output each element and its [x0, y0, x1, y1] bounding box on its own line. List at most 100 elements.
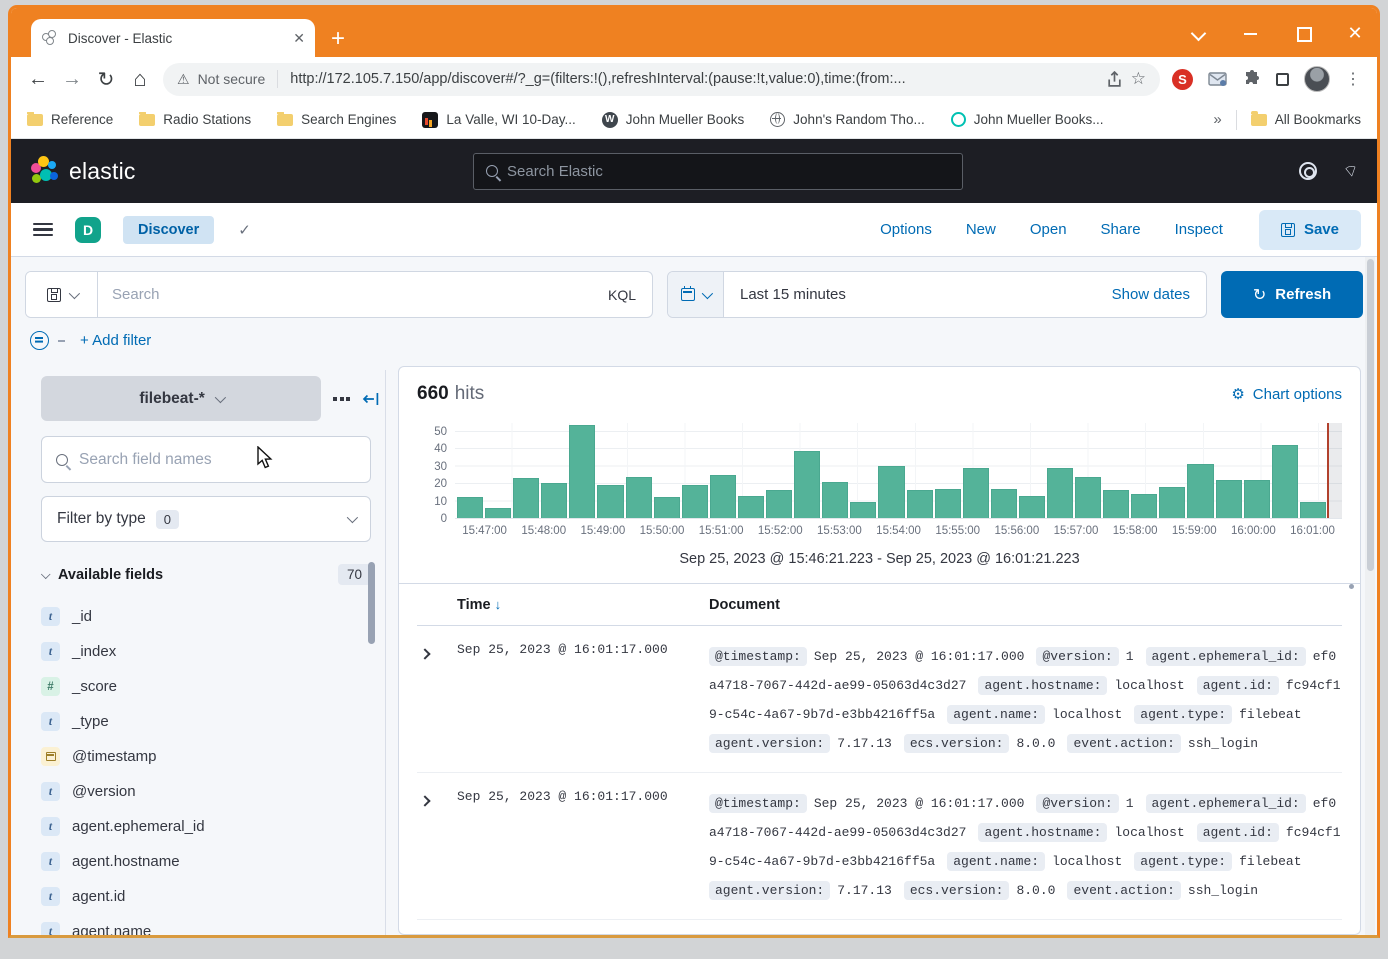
show-dates-button[interactable]: Show dates	[1112, 286, 1206, 303]
saved-query-menu-button[interactable]	[26, 272, 98, 317]
field-item[interactable]: t_id	[41, 599, 379, 634]
profile-avatar[interactable]	[1304, 66, 1330, 92]
histogram-bar[interactable]	[822, 482, 848, 518]
sidebar-scrollbar[interactable]	[368, 562, 375, 644]
extension-mail-icon[interactable]	[1208, 71, 1228, 87]
url-bar[interactable]: ⚠ Not secure http://172.105.7.150/app/di…	[163, 63, 1160, 96]
share-icon[interactable]	[1106, 71, 1123, 88]
new-tab-button[interactable]: +	[331, 27, 345, 51]
bookmark-item[interactable]: Reference	[27, 112, 113, 127]
date-quick-menu-button[interactable]	[668, 272, 724, 317]
time-range-value[interactable]: Last 15 minutes	[724, 286, 846, 303]
window-close-button[interactable]: ✕	[1347, 25, 1363, 41]
histogram-bar[interactable]	[682, 485, 708, 518]
histogram-bar[interactable]	[738, 496, 764, 518]
field-item[interactable]: tagent.hostname	[41, 844, 379, 879]
page-scrollbar[interactable]	[1365, 257, 1375, 935]
extensions-puzzle-icon[interactable]	[1243, 70, 1261, 88]
field-search-input[interactable]	[79, 451, 356, 469]
field-item[interactable]: #_score	[41, 669, 379, 704]
global-search-input[interactable]	[507, 163, 950, 180]
index-pattern-selector[interactable]: filebeat-*	[41, 376, 321, 421]
histogram-bar[interactable]	[569, 425, 595, 518]
field-settings-icon[interactable]	[333, 397, 350, 401]
forward-button[interactable]: →	[55, 68, 89, 91]
global-search[interactable]	[473, 153, 963, 190]
not-secure-label[interactable]: Not secure	[198, 71, 266, 87]
add-filter-button[interactable]: + Add filter	[80, 332, 151, 349]
histogram-bar[interactable]	[710, 475, 736, 518]
histogram-bar[interactable]	[963, 468, 989, 518]
window-minimize-button[interactable]	[1243, 25, 1259, 41]
histogram-bar[interactable]	[991, 489, 1017, 518]
table-row[interactable]: Sep 25, 2023 @ 16:01:17.000@timestamp:Se…	[417, 773, 1342, 920]
histogram-bar[interactable]	[1272, 445, 1298, 518]
bookmark-item[interactable]: Radio Stations	[139, 112, 251, 127]
field-item[interactable]: tagent.id	[41, 879, 379, 914]
histogram-bar[interactable]	[1075, 477, 1101, 518]
bookmark-item[interactable]: WJohn Mueller Books	[602, 112, 745, 128]
back-button[interactable]: ←	[21, 68, 55, 91]
histogram-bar[interactable]	[1300, 502, 1326, 518]
menu-hamburger-icon[interactable]	[33, 223, 53, 237]
table-row[interactable]: Sep 25, 2023 @ 16:01:17.000@timestamp:Se…	[417, 626, 1342, 773]
help-icon[interactable]	[1299, 162, 1317, 180]
browser-tab[interactable]: Discover - Elastic ✕	[31, 19, 315, 57]
available-fields-header[interactable]: Available fields 70	[41, 564, 371, 585]
histogram-bar[interactable]	[1216, 480, 1242, 518]
query-search-input[interactable]	[98, 286, 592, 303]
histogram-bar[interactable]	[794, 451, 820, 518]
histogram-bar[interactable]	[1187, 464, 1213, 518]
breadcrumb-check-icon[interactable]: ✓	[238, 221, 251, 239]
window-maximize-button[interactable]	[1295, 25, 1311, 41]
extension-s-icon[interactable]: S	[1172, 69, 1193, 90]
chart-options-button[interactable]: ⚙ Chart options	[1231, 385, 1342, 403]
toolbar-link-options[interactable]: Options	[880, 221, 932, 238]
all-bookmarks-button[interactable]: All Bookmarks	[1251, 112, 1361, 127]
toolbar-link-open[interactable]: Open	[1030, 221, 1067, 238]
histogram-bar[interactable]	[1047, 468, 1073, 518]
toolbar-link-share[interactable]: Share	[1101, 221, 1141, 238]
sort-descending-icon[interactable]: ↓	[495, 597, 502, 612]
histogram-bar[interactable]	[850, 502, 876, 518]
histogram-bar[interactable]	[935, 489, 961, 518]
field-item[interactable]: t_type	[41, 704, 379, 739]
field-item[interactable]: tagent.ephemeral_id	[41, 809, 379, 844]
histogram-bar[interactable]	[1244, 480, 1270, 518]
histogram-bar[interactable]	[597, 485, 623, 518]
bookmark-star-icon[interactable]: ☆	[1131, 69, 1146, 89]
bookmark-item[interactable]: John Mueller Books...	[951, 112, 1104, 127]
window-menu-chevron-icon[interactable]	[1191, 25, 1207, 41]
elastic-logo-icon[interactable]	[29, 156, 59, 186]
toolbar-link-new[interactable]: New	[966, 221, 996, 238]
field-item[interactable]: @timestamp	[41, 739, 379, 774]
histogram-bar[interactable]	[1103, 490, 1129, 518]
save-button[interactable]: Save	[1259, 210, 1361, 250]
bookmark-item[interactable]: La Valle, WI 10-Day...	[422, 112, 575, 128]
histogram-bar[interactable]	[654, 497, 680, 518]
histogram-bar[interactable]	[541, 483, 567, 518]
side-panel-icon[interactable]	[1276, 73, 1289, 86]
histogram-bar[interactable]	[878, 466, 904, 518]
filter-by-type[interactable]: Filter by type 0	[41, 496, 371, 542]
histogram-bar[interactable]	[1131, 494, 1157, 518]
reload-button[interactable]: ↻	[89, 67, 123, 92]
refresh-button[interactable]: ↻ Refresh	[1221, 271, 1363, 318]
bookmarks-overflow-chevron[interactable]: »	[1213, 111, 1221, 128]
histogram-bar[interactable]	[457, 497, 483, 518]
time-column-header[interactable]: Time↓	[457, 597, 709, 613]
bookmark-item[interactable]: Search Engines	[277, 112, 396, 127]
bookmark-item[interactable]: John's Random Tho...	[770, 112, 924, 127]
field-search[interactable]	[41, 436, 371, 483]
browser-menu-icon[interactable]: ⋮	[1345, 69, 1361, 89]
histogram-bar[interactable]	[485, 508, 511, 518]
space-avatar[interactable]: D	[75, 217, 101, 243]
histogram-bar[interactable]	[513, 478, 539, 518]
histogram-bar[interactable]	[1019, 496, 1045, 518]
field-item[interactable]: t_index	[41, 634, 379, 669]
expand-row-button[interactable]	[417, 789, 457, 905]
table-scrollbar-thumb[interactable]	[1349, 584, 1354, 589]
histogram-bar[interactable]	[766, 490, 792, 518]
announcements-icon[interactable]: ⌔	[1341, 159, 1360, 182]
field-item[interactable]: t@version	[41, 774, 379, 809]
